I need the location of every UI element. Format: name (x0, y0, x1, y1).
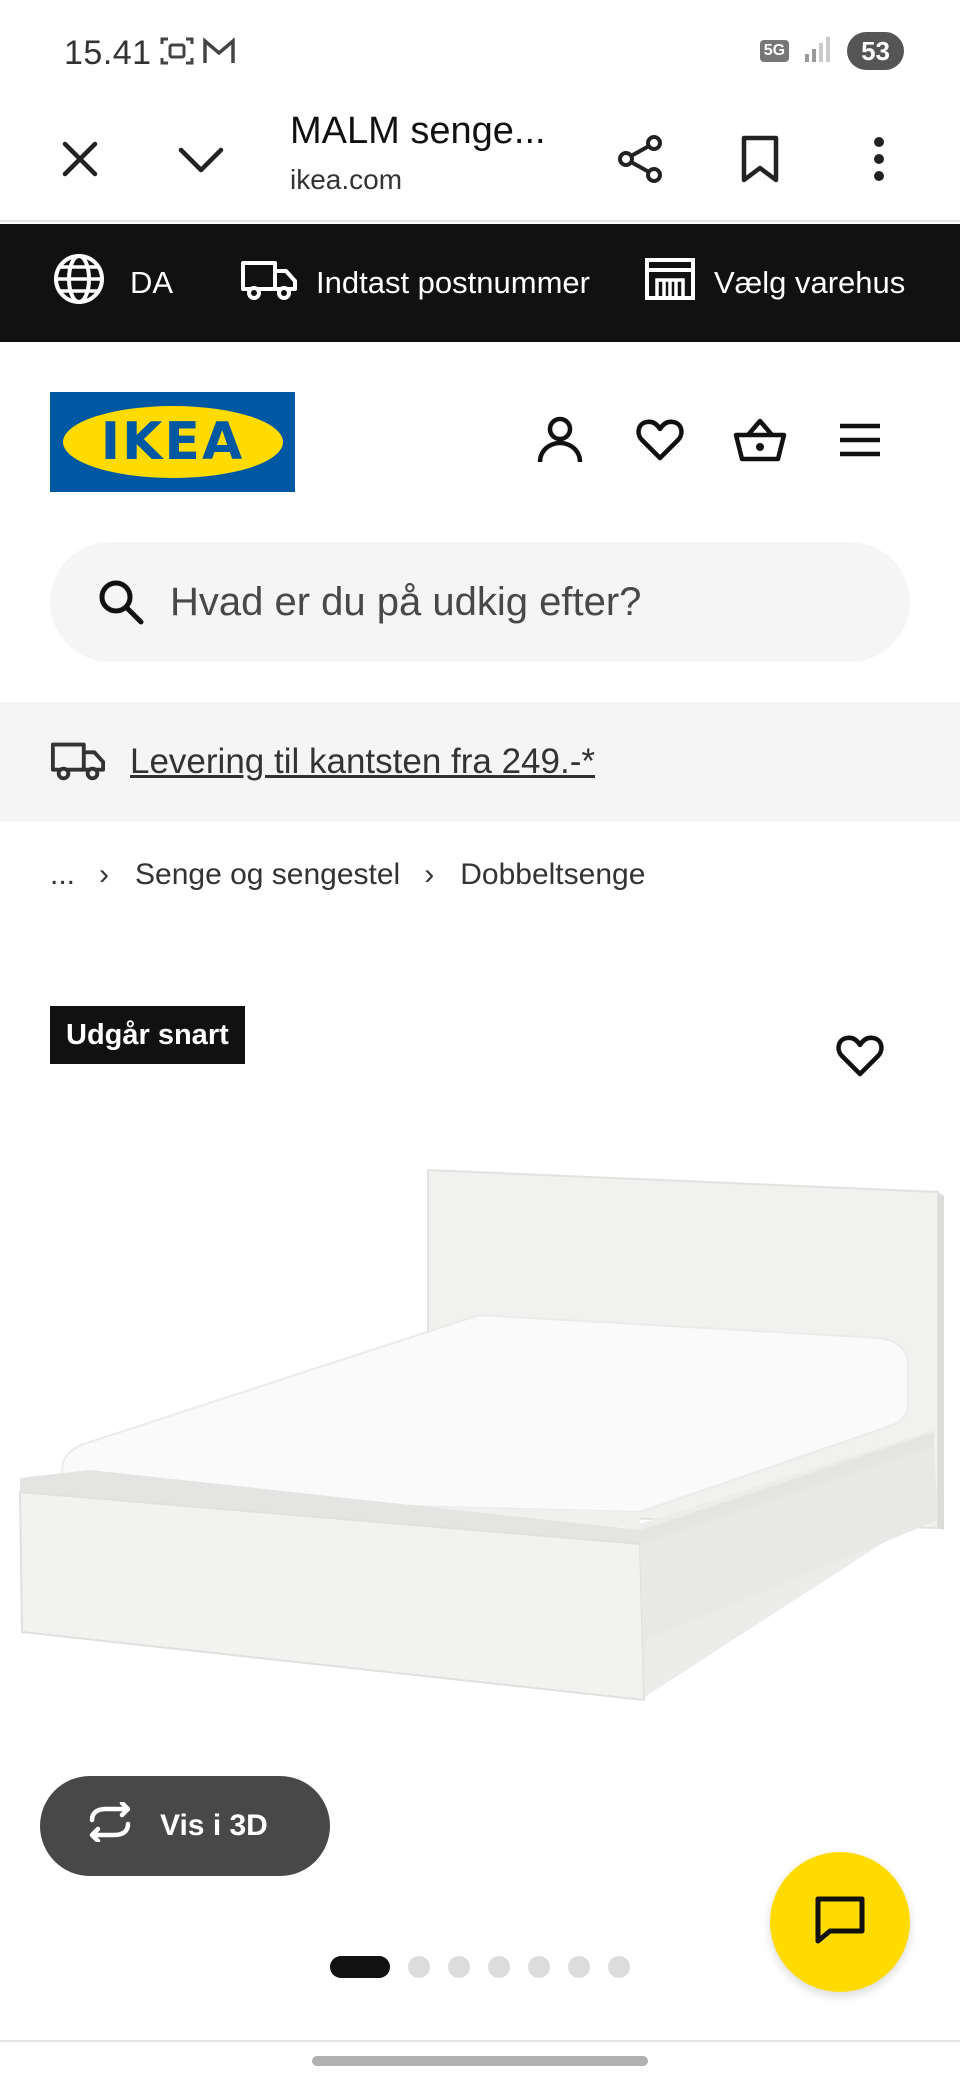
gmail-icon (202, 36, 236, 71)
carousel-dot[interactable] (568, 1956, 590, 1978)
chevron-right-icon: › (99, 858, 110, 891)
heart-icon (636, 418, 684, 467)
status-bar: 15.41 5G 53 (0, 0, 960, 100)
store-label: Vælg varehus (714, 265, 906, 300)
bookmark-button[interactable] (725, 126, 795, 196)
bed-illustration (18, 1168, 944, 1702)
network-5g-icon: 5G (759, 40, 790, 62)
language-label: DA (130, 265, 174, 300)
postcode-button[interactable]: Indtast postnummer (240, 224, 590, 342)
battery-indicator: 53 (847, 32, 904, 70)
carousel-dot[interactable] (448, 1956, 470, 1978)
rotate-3d-icon (84, 1800, 136, 1850)
more-vert-icon (873, 136, 885, 187)
close-tab-button[interactable] (45, 126, 115, 196)
breadcrumb: ... › Senge og sengestel › Dobbeltsenge (50, 852, 645, 898)
heart-icon (836, 1034, 884, 1083)
search-icon (96, 577, 146, 627)
view-in-3d-label: Vis i 3D (160, 1809, 268, 1842)
close-icon (60, 139, 100, 184)
carousel-dot[interactable] (408, 1956, 430, 1978)
status-indicators: 5G 53 (759, 32, 904, 70)
chevron-right-icon: › (424, 858, 435, 891)
signal-icon (803, 34, 833, 69)
chat-icon (814, 1895, 866, 1950)
hamburger-icon (838, 423, 882, 462)
status-badge: Udgår snart (50, 1006, 245, 1064)
breadcrumb-item[interactable]: Dobbeltsenge (460, 858, 645, 892)
delivery-banner: Levering til kantsten fra 249.-* (0, 702, 960, 822)
basket-icon (733, 417, 787, 468)
add-to-favorites-button[interactable] (830, 1028, 890, 1088)
browser-toolbar: MALM senge... ikea.com (0, 100, 960, 222)
carousel-dot[interactable] (608, 1956, 630, 1978)
page-url: ikea.com (290, 164, 403, 195)
carousel-dot[interactable] (488, 1956, 510, 1978)
screenshot-icon (160, 36, 194, 71)
basket-button[interactable] (730, 412, 790, 472)
site-header: IKEA (0, 342, 960, 542)
chat-button[interactable] (770, 1852, 910, 1992)
gesture-bar[interactable] (312, 2056, 648, 2066)
page-title: MALM senge... (290, 110, 546, 152)
share-icon (616, 134, 666, 189)
store-selector[interactable]: Vælg varehus (644, 224, 905, 342)
carousel-indicator (330, 1956, 630, 1978)
favorites-button[interactable] (630, 412, 690, 472)
breadcrumb-ellipsis[interactable]: ... (50, 858, 75, 892)
bookmark-icon (739, 135, 781, 188)
logo-oval: IKEA (62, 406, 283, 478)
logo-text: IKEA (100, 412, 245, 472)
search-input[interactable]: Hvad er du på udkig efter? (170, 580, 641, 625)
carousel-dot[interactable] (528, 1956, 550, 1978)
store-icon (644, 256, 696, 310)
globe-icon (52, 252, 106, 314)
carousel-dot-active[interactable] (330, 1956, 390, 1978)
language-selector[interactable]: DA (52, 224, 173, 342)
account-button[interactable] (530, 412, 590, 472)
utility-bar: DA Indtast postnummer Vælg varehus (0, 224, 960, 342)
search-bar[interactable]: Hvad er du på udkig efter? (50, 542, 910, 662)
share-button[interactable] (606, 126, 676, 196)
delivery-link[interactable]: Levering til kantsten fra 249.-* (130, 742, 595, 782)
product-image[interactable] (0, 1140, 960, 1740)
postcode-label: Indtast postnummer (316, 265, 590, 300)
truck-icon (50, 738, 106, 787)
divider (0, 2040, 960, 2042)
account-icon (536, 415, 584, 470)
breadcrumb-item[interactable]: Senge og sengestel (135, 858, 400, 892)
more-options-button[interactable] (844, 126, 914, 196)
status-time: 15.41 (64, 34, 152, 72)
chevron-down-icon (177, 144, 225, 179)
view-in-3d-button[interactable]: Vis i 3D (40, 1776, 330, 1876)
ikea-logo[interactable]: IKEA (50, 392, 295, 492)
menu-button[interactable] (830, 412, 890, 472)
truck-icon (240, 257, 298, 309)
minimize-tab-button[interactable] (166, 126, 236, 196)
